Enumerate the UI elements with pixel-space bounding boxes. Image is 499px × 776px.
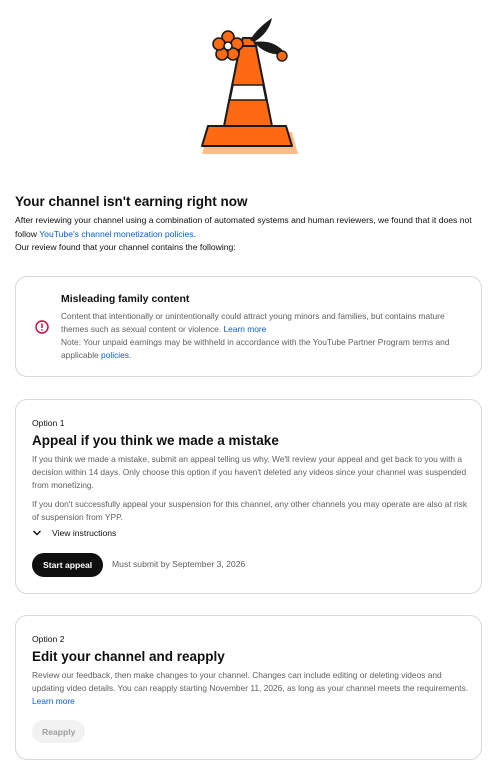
option-1-card: Option 1 Appeal if you think we made a m… <box>15 399 482 594</box>
finding-heading: Misleading family content <box>61 293 190 305</box>
alert-circle-icon <box>35 320 49 334</box>
option-2-body: Review our feedback, then make changes t… <box>32 669 472 708</box>
view-instructions-toggle[interactable]: View instructions <box>32 528 116 538</box>
intro-text-part: . <box>193 228 196 239</box>
appeal-deadline: Must submit by September 3, 2026 <box>112 559 246 569</box>
traffic-cone-illustration <box>201 18 298 154</box>
option-2-text: Review our feedback, then make changes t… <box>32 670 469 693</box>
option-1-title: Appeal if you think we made a mistake <box>32 433 279 448</box>
option-1-body: If you think we made a mistake, submit a… <box>32 453 472 530</box>
option-1-para-2: If you don't successfully appeal your su… <box>32 499 468 522</box>
monetization-policies-link[interactable]: YouTube's channel monetization policies <box>39 229 193 239</box>
finding-note-end: . <box>128 350 132 360</box>
reapply-button[interactable]: Reapply <box>32 720 86 743</box>
option-1-para-1: If you think we made a mistake, submit a… <box>32 454 467 490</box>
option-2-label: Option 2 <box>32 634 65 644</box>
policies-link[interactable]: policies <box>101 350 129 360</box>
option-2-card: Option 2 Edit your channel and reapply R… <box>15 615 482 760</box>
option-2-learn-more-link[interactable]: Learn more <box>32 696 75 706</box>
finding-learn-more-link[interactable]: Learn more <box>223 324 266 334</box>
start-appeal-button[interactable]: Start appeal <box>32 553 104 577</box>
page-title: Your channel isn't earning right now <box>15 194 248 209</box>
finding-card: Misleading family content Content that i… <box>15 276 482 377</box>
option-1-label: Option 1 <box>32 418 65 428</box>
chevron-down-icon <box>33 530 41 536</box>
finding-description: Content that intentionally or unintentio… <box>61 310 471 362</box>
view-instructions-label: View instructions <box>52 528 117 538</box>
intro-summary: Our review found that your channel conta… <box>15 242 236 252</box>
intro-text: After reviewing your channel using a com… <box>15 214 485 255</box>
option-2-title: Edit your channel and reapply <box>32 649 225 664</box>
